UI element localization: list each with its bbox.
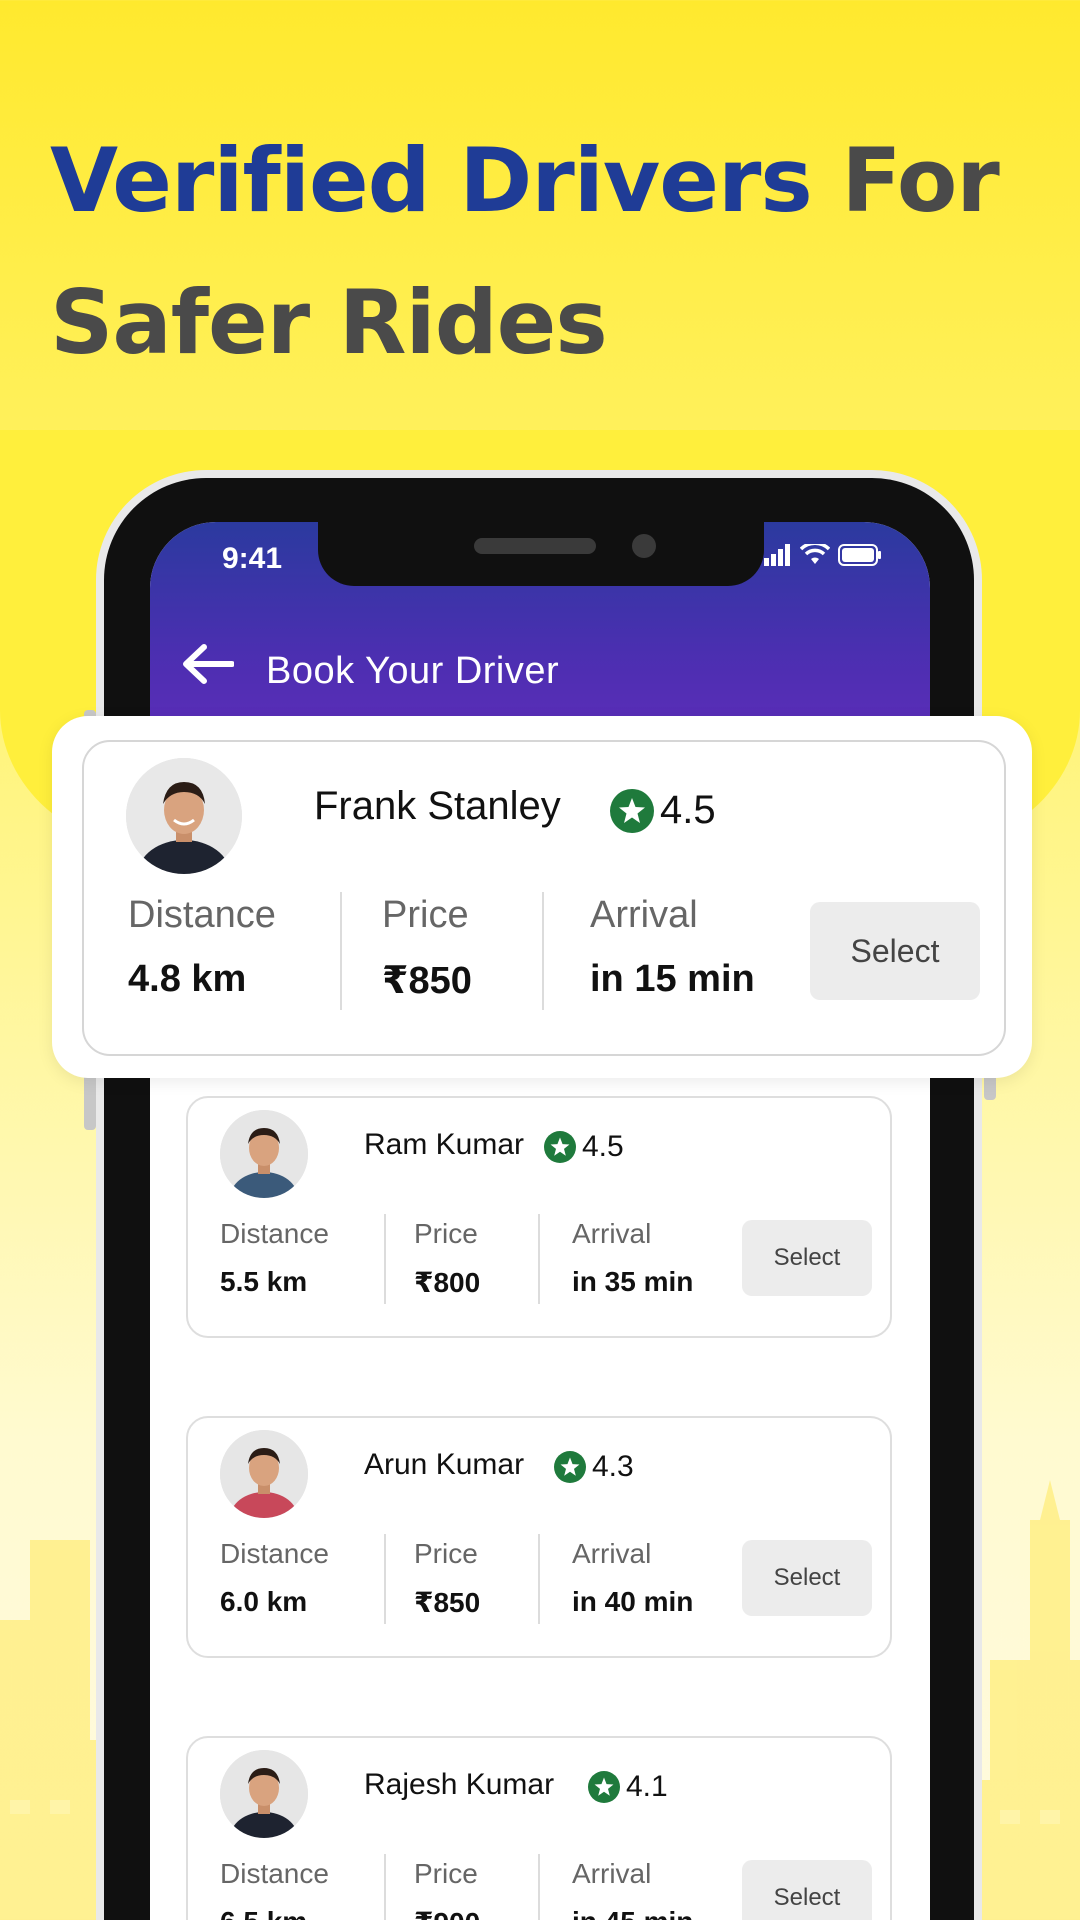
price-label: Price xyxy=(382,894,469,936)
distance-value: 6.5 km xyxy=(220,1906,307,1920)
divider xyxy=(384,1854,386,1920)
driver-rating: 4.3 xyxy=(554,1450,634,1484)
arrow-left-icon[interactable] xyxy=(182,644,234,684)
avatar xyxy=(220,1110,308,1198)
avatar xyxy=(220,1430,308,1518)
star-icon xyxy=(544,1131,576,1163)
arrival-label: Arrival xyxy=(572,1218,652,1249)
divider xyxy=(384,1534,386,1624)
featured-driver-card[interactable]: Frank Stanley 4.5 Distance 4.8 km Price … xyxy=(82,740,1006,1056)
divider xyxy=(384,1214,386,1304)
driver-card[interactable]: Rajesh Kumar 4.1 Distance 6.5 km Price ₹… xyxy=(186,1736,892,1920)
avatar xyxy=(126,758,242,874)
price-label: Price xyxy=(414,1538,478,1569)
arrival-value: in 40 min xyxy=(572,1586,694,1617)
select-button[interactable]: Select xyxy=(742,1540,872,1616)
star-icon xyxy=(588,1771,620,1803)
distance-value: 6.0 km xyxy=(220,1586,308,1617)
select-button[interactable]: Select xyxy=(742,1860,872,1920)
select-button[interactable]: Select xyxy=(810,902,980,1000)
driver-name: Arun Kumar xyxy=(364,1448,525,1481)
avatar xyxy=(220,1750,308,1838)
distance-label: Distance xyxy=(128,894,276,936)
star-icon xyxy=(610,788,654,833)
phone-side-button xyxy=(84,1070,96,1130)
driver-photo-icon xyxy=(126,758,242,874)
divider xyxy=(542,892,544,1010)
rating-value: 4.5 xyxy=(660,788,716,832)
price-label: Price xyxy=(414,1858,478,1889)
price-value: ₹850 xyxy=(414,1587,481,1618)
headline-line-1: Verified Drivers For xyxy=(50,110,1050,252)
driver-card[interactable]: Arun Kumar 4.3 Distance 6.0 km Price ₹85… xyxy=(186,1416,892,1658)
distance-value: 4.8 km xyxy=(128,958,247,1000)
select-button[interactable]: Select xyxy=(742,1220,872,1296)
headline: Verified Drivers For Safer Rides xyxy=(50,110,1050,394)
arrival-value: in 45 min xyxy=(572,1906,693,1920)
status-icons xyxy=(764,544,882,566)
signal-icon xyxy=(764,544,790,566)
arrival-label: Arrival xyxy=(572,1858,652,1889)
driver-rating: 4.1 xyxy=(588,1770,668,1804)
price-value: ₹900 xyxy=(414,1906,480,1920)
status-time: 9:41 xyxy=(222,542,283,575)
arrival-label: Arrival xyxy=(572,1538,652,1569)
phone-notch xyxy=(318,522,764,586)
arrival-value: in 15 min xyxy=(590,958,755,1000)
rating-value: 4.5 xyxy=(582,1130,624,1163)
phone-speaker xyxy=(474,538,596,554)
driver-name: Ram Kumar xyxy=(364,1128,525,1161)
divider xyxy=(538,1534,540,1624)
headline-accent: Verified Drivers xyxy=(50,129,813,232)
divider xyxy=(538,1214,540,1304)
price-label: Price xyxy=(414,1218,478,1249)
price-value: ₹800 xyxy=(414,1267,481,1298)
driver-photo-icon xyxy=(220,1430,308,1518)
driver-rating: 4.5 xyxy=(610,788,716,833)
divider xyxy=(538,1854,540,1920)
driver-name: Frank Stanley xyxy=(314,784,561,828)
divider xyxy=(340,892,342,1010)
distance-label: Distance xyxy=(220,1858,329,1889)
driver-photo-icon xyxy=(220,1750,308,1838)
rating-value: 4.3 xyxy=(592,1450,634,1483)
driver-photo-icon xyxy=(220,1110,308,1198)
battery-icon xyxy=(838,544,881,566)
phone-camera xyxy=(632,534,656,558)
headline-rest: For xyxy=(841,129,999,232)
driver-rating: 4.5 xyxy=(544,1130,624,1164)
rating-value: 4.1 xyxy=(626,1770,668,1803)
driver-card[interactable]: Ram Kumar 4.5 Distance 5.5 km Price ₹800… xyxy=(186,1096,892,1338)
distance-value: 5.5 km xyxy=(220,1266,308,1297)
headline-line-2: Safer Rides xyxy=(50,271,608,374)
distance-label: Distance xyxy=(220,1218,329,1249)
wifi-icon xyxy=(800,544,830,564)
arrival-label: Arrival xyxy=(590,894,698,936)
arrival-value: in 35 min xyxy=(572,1266,694,1297)
star-icon xyxy=(554,1451,586,1483)
page-title: Book Your Driver xyxy=(266,650,560,692)
distance-label: Distance xyxy=(220,1538,329,1569)
driver-name: Rajesh Kumar xyxy=(364,1768,555,1801)
price-value: ₹850 xyxy=(382,960,472,1002)
